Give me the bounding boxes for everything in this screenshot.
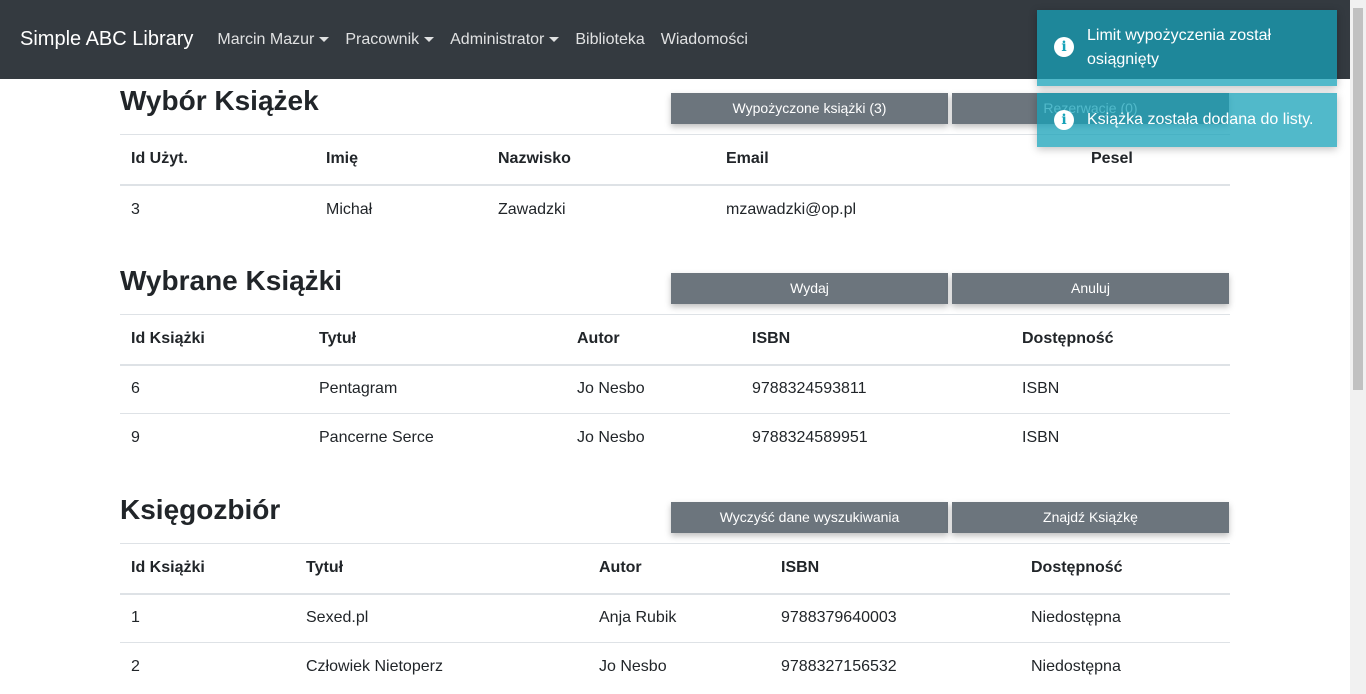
table-row[interactable]: 6 Pentagram Jo Nesbo 9788324593811 ISBN bbox=[120, 365, 1230, 414]
column-header: Autor bbox=[566, 314, 741, 366]
cell: ISBN bbox=[1011, 413, 1230, 463]
cell: 9788327156532 bbox=[770, 642, 1020, 692]
cancel-button[interactable]: Anuluj bbox=[952, 273, 1229, 304]
toast-message: Książka została dodana do listy. bbox=[1087, 111, 1314, 128]
cell: Niedostępna bbox=[1031, 609, 1121, 627]
cell: 9788379640003 bbox=[781, 609, 897, 627]
nav-messages-link[interactable]: Wiadomości bbox=[661, 31, 748, 49]
column-header: Id Książki bbox=[120, 314, 308, 366]
brand-link[interactable]: Simple ABC Library bbox=[20, 28, 193, 51]
cell: ISBN bbox=[1022, 380, 1060, 398]
cell: Michał bbox=[326, 200, 373, 218]
cell: Jo Nesbo bbox=[577, 380, 645, 398]
column-header: Tytuł bbox=[295, 543, 588, 595]
cell: 9 bbox=[120, 413, 308, 463]
column-header: Id Użyt. bbox=[120, 134, 315, 186]
cell: Anja Rubik bbox=[599, 609, 677, 627]
cell: Jo Nesbo bbox=[566, 413, 741, 463]
info-icon: i bbox=[1054, 37, 1074, 57]
nav-library-link[interactable]: Biblioteka bbox=[575, 31, 644, 49]
collection-title: Księgozbiór bbox=[120, 494, 281, 525]
nav-employee-menu[interactable]: Pracownik bbox=[345, 30, 435, 49]
caret-down-icon bbox=[424, 37, 435, 42]
column-header: Id Książki bbox=[120, 543, 295, 595]
selection-title: Wybór Książek bbox=[120, 85, 319, 116]
info-icon: i bbox=[1054, 110, 1074, 130]
table-row[interactable]: 2 Człowiek Nietoperz Jo Nesbo 9788327156… bbox=[120, 642, 1230, 692]
collection-header: Księgozbiór Wyczyść dane wyszukiwania Zn… bbox=[120, 488, 1230, 544]
cell: Jo Nesbo bbox=[588, 642, 770, 692]
borrowed-books-button[interactable]: Wypożyczone książki (3) bbox=[671, 93, 948, 124]
column-header: Imię bbox=[315, 134, 487, 186]
column-header: Autor bbox=[588, 543, 770, 595]
collection-table: Id Książki Tytuł Autor ISBN Dostępność 1… bbox=[120, 543, 1230, 692]
nav-label: Administrator bbox=[450, 30, 545, 48]
toast-limit-reached[interactable]: i Limit wypożyczenia został osiągnięty bbox=[1037, 10, 1337, 86]
clear-search-button[interactable]: Wyczyść dane wyszukiwania bbox=[671, 502, 948, 533]
table-header-row: Id Książki Tytuł Autor ISBN Dostępność bbox=[120, 543, 1230, 595]
nav-label: Marcin Mazur bbox=[217, 30, 315, 48]
user-table: Id Użyt. Imię Nazwisko Email Pesel 3 Mic… bbox=[120, 134, 1230, 234]
cell: Sexed.pl bbox=[306, 609, 369, 627]
caret-down-icon bbox=[319, 37, 330, 42]
cell: 6 bbox=[131, 380, 140, 398]
table-header-row: Id Książki Tytuł Autor ISBN Dostępność bbox=[120, 314, 1230, 366]
find-book-button[interactable]: Znajdź Książkę bbox=[952, 502, 1229, 533]
toast-book-added[interactable]: i Książka została dodana do listy. bbox=[1037, 93, 1337, 147]
column-header: ISBN bbox=[741, 314, 1011, 366]
cell: Człowiek Nietoperz bbox=[295, 642, 588, 692]
cell: 2 bbox=[120, 642, 295, 692]
column-header: ISBN bbox=[770, 543, 1020, 595]
chosen-title: Wybrane Książki bbox=[120, 265, 343, 296]
column-header: Dostępność bbox=[1020, 543, 1230, 595]
column-header: Tytuł bbox=[308, 314, 566, 366]
cell: Pancerne Serce bbox=[308, 413, 566, 463]
cell: mzawadzki@op.pl bbox=[726, 200, 857, 218]
cell: 9788324593811 bbox=[752, 380, 867, 398]
toast-message: Limit wypożyczenia został osiągnięty bbox=[1087, 27, 1272, 68]
column-header: Email bbox=[715, 134, 1080, 186]
cell: Pentagram bbox=[319, 380, 398, 398]
cell: Zawadzki bbox=[498, 200, 566, 218]
cell: 9788324589951 bbox=[741, 413, 1011, 463]
nav-user-menu[interactable]: Marcin Mazur bbox=[217, 30, 330, 49]
cell: 3 bbox=[131, 200, 140, 218]
table-row[interactable]: 1 Sexed.pl Anja Rubik 9788379640003 Nied… bbox=[120, 594, 1230, 643]
cell: Niedostępna bbox=[1020, 642, 1230, 692]
column-header: Dostępność bbox=[1011, 314, 1230, 366]
caret-down-icon bbox=[549, 37, 560, 42]
cell: 1 bbox=[131, 609, 140, 627]
table-row[interactable]: 3 Michał Zawadzki mzawadzki@op.pl bbox=[120, 185, 1230, 234]
page-scrollbar[interactable] bbox=[1350, 0, 1366, 694]
nav-label: Pracownik bbox=[345, 30, 420, 48]
nav-admin-menu[interactable]: Administrator bbox=[450, 30, 560, 49]
chosen-header: Wybrane Książki Wydaj Anuluj bbox=[120, 259, 1230, 315]
chosen-books-table: Id Książki Tytuł Autor ISBN Dostępność 6… bbox=[120, 314, 1230, 463]
issue-button[interactable]: Wydaj bbox=[671, 273, 948, 304]
scrollbar-thumb[interactable] bbox=[1353, 8, 1363, 390]
column-header: Nazwisko bbox=[487, 134, 715, 186]
cell bbox=[1080, 185, 1230, 234]
table-row[interactable]: 9 Pancerne Serce Jo Nesbo 9788324589951 … bbox=[120, 413, 1230, 463]
